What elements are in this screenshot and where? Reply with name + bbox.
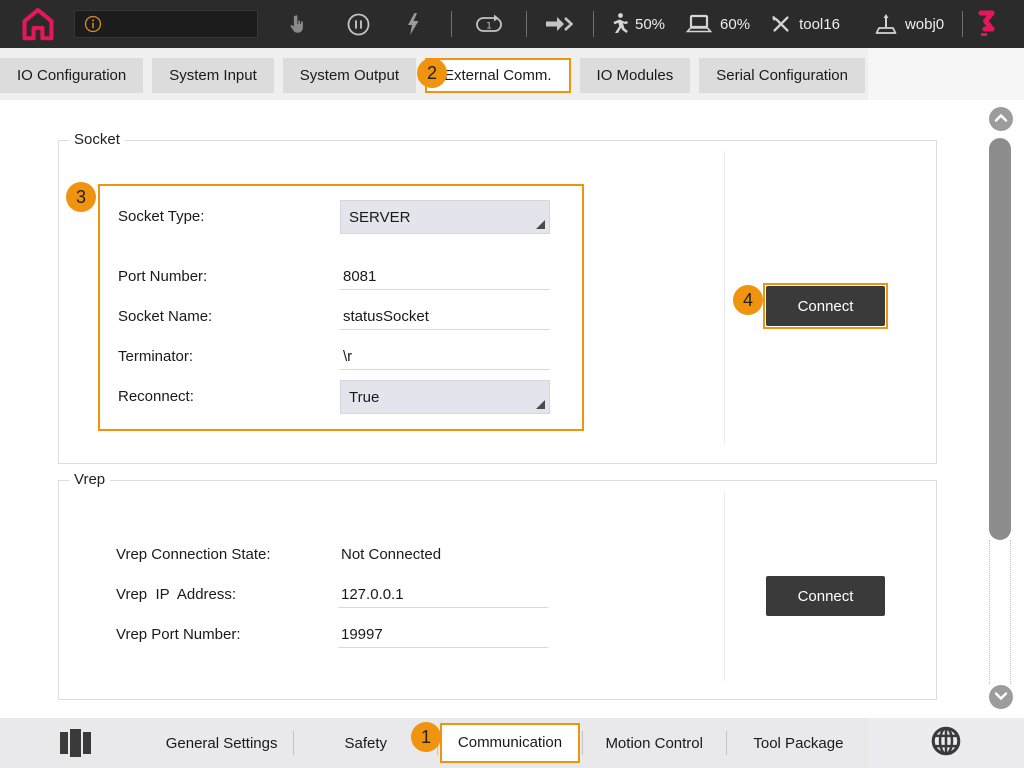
tab-io-configuration[interactable]: IO Configuration [0,58,143,93]
joystick-icon [874,12,898,36]
top-status-bar: 1 50% 60% tool16 [0,0,1024,48]
tabstrip-filler [868,48,1024,100]
vrep-state-row: Vrep Connection State: Not Connected [59,542,936,568]
step-badge-1: 1 [411,722,441,752]
socket-type-select[interactable]: SERVER [340,200,550,234]
home-icon[interactable] [18,5,58,43]
tab-system-output[interactable]: System Output [283,58,416,93]
svg-text:1: 1 [486,22,492,32]
reconnect-value: True [349,389,379,406]
vrep-state-value: Not Connected [338,542,548,568]
loop-once-icon[interactable]: 1 [474,13,504,35]
nav-communication[interactable]: Communication [440,723,580,763]
vrep-ip-label: Vrep IP Address: [116,582,236,608]
reconnect-select[interactable]: True [340,380,550,414]
speed-value: 50% [635,16,665,33]
tab-system-input[interactable]: System Input [152,58,274,93]
monitor-value: 60% [720,16,750,33]
vrep-port-row: Vrep Port Number: [59,622,936,648]
bottom-nav: General Settings Safety Communication Mo… [150,718,870,768]
divider [593,11,594,37]
step-badge-2: 2 [417,58,447,88]
speed-status[interactable]: 50% [608,12,665,36]
tab-serial-configuration[interactable]: Serial Configuration [699,58,865,93]
vrep-ip-input[interactable] [338,584,548,608]
socket-group-legend: Socket [69,131,125,148]
wobj-value: wobj0 [905,16,944,33]
terminator-label: Terminator: [118,344,193,370]
tab-external-comm[interactable]: External Comm. [425,58,571,93]
scrollbar-track[interactable] [989,540,1011,684]
hand-pointer-icon[interactable] [286,12,308,36]
globe-icon[interactable] [929,724,963,763]
monitor-status[interactable]: 60% [685,14,750,34]
socket-name-label: Socket Name: [118,304,212,330]
fast-forward-icon[interactable] [545,15,573,33]
pause-icon[interactable] [346,12,371,37]
vrep-group: Vrep Vrep Connection State: Not Connecte… [58,480,937,700]
group-divider [724,151,725,445]
reconnect-row: Reconnect: True [100,380,582,414]
divider [526,11,527,37]
config-tab-strip: IO Configuration System Input System Out… [0,48,1024,100]
nav-tool-package[interactable]: Tool Package [753,735,843,752]
terminator-input[interactable] [340,346,550,370]
nav-cell: General Settings [150,718,293,768]
port-number-input[interactable] [340,266,550,290]
socket-name-input[interactable] [340,306,550,330]
vrep-group-legend: Vrep [69,471,110,488]
dropdown-corner-icon [536,400,545,409]
scroll-up-button[interactable] [989,107,1013,131]
info-icon [83,14,103,34]
chevron-up-icon [994,110,1008,128]
scroll-down-button[interactable] [989,685,1013,709]
socket-group: Socket Socket Type: SERVER Port Number: [58,140,937,464]
bottom-nav-bar: General Settings Safety Communication Mo… [0,718,1024,768]
nav-safety[interactable]: Safety [345,735,388,752]
port-number-label: Port Number: [118,264,207,290]
socket-type-row: Socket Type: SERVER [100,200,582,234]
terminator-row: Terminator: [100,344,582,370]
vrep-port-label: Vrep Port Number: [116,622,241,648]
socket-settings-highlight-box: Socket Type: SERVER Port Number: Socket … [98,184,584,431]
nav-general-settings[interactable]: General Settings [166,735,278,752]
tools-icon [770,13,792,35]
teach-pendant-screen: 1 50% 60% tool16 [0,0,1024,768]
robot-arm-icon[interactable] [975,9,1001,39]
running-person-icon [608,12,628,36]
nav-cell: Tool Package [727,718,870,768]
port-number-row: Port Number: [100,264,582,290]
message-field[interactable] [74,10,258,38]
nav-cell: Motion Control [583,718,726,768]
reconnect-label: Reconnect: [118,380,194,414]
external-comm-panel: Socket Socket Type: SERVER Port Number: [0,100,1024,718]
tool-value: tool16 [799,16,840,33]
tool-status[interactable]: tool16 [770,13,840,35]
chevron-down-icon [994,688,1008,706]
socket-connect-highlight: Connect [763,283,888,329]
vrep-port-input[interactable] [338,624,548,648]
tab-io-modules[interactable]: IO Modules [580,58,691,93]
socket-connect-button[interactable]: Connect [766,286,885,326]
nav-cell: Communication [438,718,581,768]
laptop-icon [685,14,713,34]
divider [962,11,963,37]
socket-type-value: SERVER [349,209,410,226]
nav-motion-control[interactable]: Motion Control [605,735,703,752]
step-badge-3: 3 [66,182,96,212]
vrep-connect-button[interactable]: Connect [766,576,885,616]
wobj-status[interactable]: wobj0 [874,12,944,36]
step-badge-4: 4 [733,285,763,315]
socket-type-label: Socket Type: [118,200,204,234]
dropdown-corner-icon [536,220,545,229]
divider [451,11,452,37]
bottom-right-panel [868,718,1024,768]
lightning-icon[interactable] [405,12,421,36]
columns-icon[interactable] [58,727,92,764]
vrep-state-label: Vrep Connection State: [116,542,271,568]
scrollbar-thumb[interactable] [989,138,1011,540]
socket-name-row: Socket Name: [100,304,582,330]
